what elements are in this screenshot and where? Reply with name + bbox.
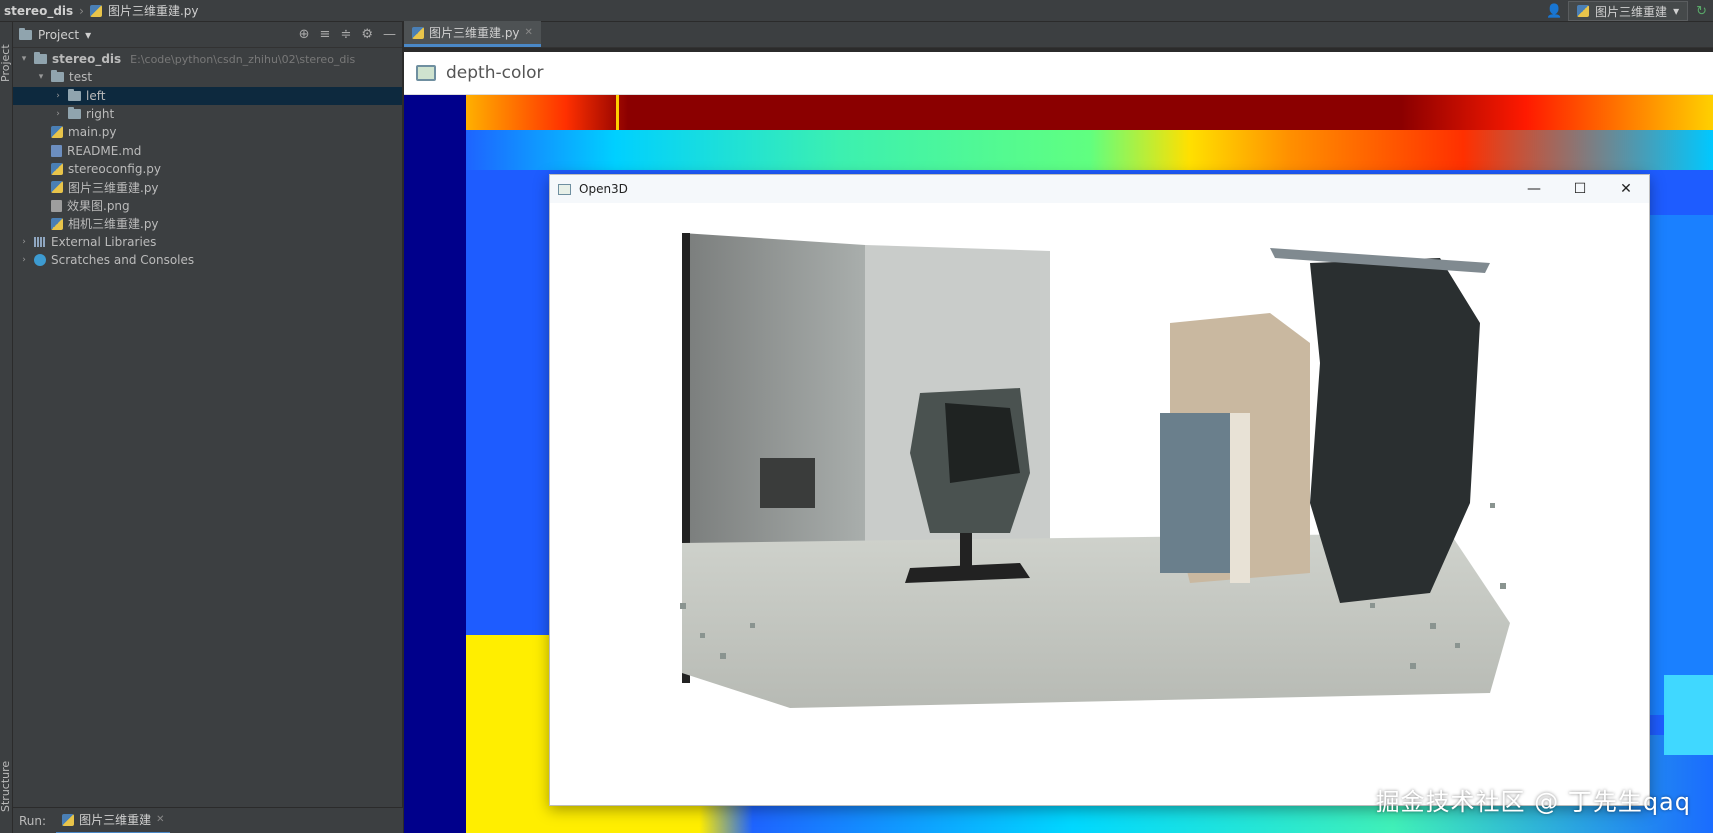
run-configuration-label: 图片三维重建 — [1595, 4, 1668, 19]
tree-item[interactable]: 相机三维重建.py — [13, 215, 402, 233]
tree-item-label: External Libraries — [51, 235, 157, 250]
project-panel-tools: ⊕ ≡ ≑ ⚙ — — [299, 27, 402, 42]
open3d-title-bar[interactable]: Open3D — ☐ ✕ — [550, 175, 1649, 203]
tree-item-label: 效果图.png — [67, 199, 130, 214]
chevron-down-icon: ▾ — [85, 27, 92, 42]
minimize-icon[interactable]: — — [1511, 175, 1557, 203]
tree-item[interactable]: › left — [13, 86, 402, 105]
breadcrumb-project[interactable]: stereo_dis — [4, 4, 73, 18]
chevron-down-icon[interactable]: ▾ — [19, 54, 29, 64]
tree-item[interactable]: main.py — [13, 123, 402, 141]
chevron-right-icon[interactable]: › — [53, 109, 63, 119]
python-file-icon — [51, 217, 63, 230]
depth-color-title: depth-color — [446, 63, 544, 83]
locate-icon[interactable]: ⊕ — [299, 27, 310, 42]
user-icon[interactable]: 👤▾ — [1546, 4, 1562, 34]
watermark-text: 掘金技术社区 @ 丁先生qaq — [1375, 788, 1691, 816]
run-tool-bar: Run: 图片三维重建 ✕ — [13, 807, 403, 833]
structure-tool-tab[interactable]: Structure — [0, 761, 12, 812]
run-tab[interactable]: 图片三维重建 ✕ — [56, 808, 171, 833]
image-file-icon — [51, 199, 62, 212]
gear-icon[interactable]: ⚙ — [361, 27, 373, 42]
tree-item-label: stereoconfig.py — [68, 161, 161, 176]
tree-item[interactable]: README.md — [13, 141, 402, 159]
tree-item[interactable]: › Scratches and Consoles — [13, 251, 402, 269]
project-panel-toolbar: Project ▾ ⊕ ≡ ≑ ⚙ — — [13, 22, 402, 48]
python-file-icon — [412, 26, 424, 39]
project-tree: ▾ stereo_dis E:\code\python\csdn_zhihu\02\… — [13, 48, 402, 270]
project-panel-title: Project — [38, 27, 80, 42]
tree-item-label: left — [86, 88, 106, 103]
python-file-icon — [51, 162, 63, 175]
project-view-select[interactable]: Project ▾ — [19, 27, 92, 42]
window-icon — [558, 183, 571, 195]
project-panel: Project ▾ ⊕ ≡ ≑ ⚙ — ▾ stereo_dis E:\code\p… — [13, 22, 403, 807]
folder-icon — [68, 88, 81, 101]
tree-item-label: main.py — [68, 125, 117, 140]
tree-item-label: Scratches and Consoles — [51, 253, 195, 268]
project-tool-tab[interactable]: Project — [0, 44, 12, 82]
run-label: Run: — [19, 813, 47, 828]
open3d-title: Open3D — [579, 182, 628, 196]
tree-item[interactable]: stereoconfig.py — [13, 160, 402, 178]
tree-item[interactable]: ▾ test — [13, 68, 402, 86]
hide-icon[interactable]: — — [383, 27, 396, 42]
tree-item-label: 相机三维重建.py — [68, 217, 159, 232]
editor-tab-label: 图片三维重建.py — [429, 26, 520, 40]
python-file-icon — [51, 181, 63, 194]
close-icon[interactable]: ✕ — [156, 814, 164, 825]
window-controls: — ☐ ✕ — [1511, 175, 1649, 203]
title-bar: stereo_dis › 图片三维重建.py 👤▾ 图片三维重建 ▾ ↻ — [0, 0, 1713, 34]
breadcrumb-file[interactable]: 图片三维重建.py — [108, 2, 199, 19]
chevron-right-icon[interactable]: › — [19, 237, 29, 247]
tree-item-path: E:\code\python\csdn_zhihu\02\stereo_dis — [130, 52, 356, 66]
editor-tab[interactable]: 图片三维重建.py ✕ — [404, 21, 541, 47]
chevron-right-icon[interactable]: › — [19, 255, 29, 265]
tree-item-label: test — [69, 70, 93, 85]
folder-icon — [19, 27, 32, 40]
python-file-icon — [89, 4, 102, 17]
folder-icon — [34, 52, 47, 65]
python-file-icon — [51, 126, 63, 139]
library-icon — [34, 237, 46, 248]
toolbar-right: 👤▾ 图片三维重建 ▾ ↻ — [1546, 0, 1713, 34]
close-icon[interactable]: ✕ — [525, 27, 533, 38]
editor-tab-strip: 图片三维重建.py ✕ — [404, 21, 1713, 48]
maximize-icon[interactable]: ☐ — [1557, 175, 1603, 203]
tree-item[interactable]: › External Libraries — [13, 233, 402, 251]
folder-icon — [51, 70, 64, 83]
chevron-down-icon: ▾ — [1673, 4, 1680, 18]
tree-item-label: stereo_dis — [52, 52, 122, 67]
tool-window-stripe: Project Structure — [0, 22, 13, 833]
python-file-icon — [1577, 5, 1590, 17]
tree-item[interactable]: 图片三维重建.py — [13, 178, 402, 196]
tree-item[interactable]: › right — [13, 105, 402, 123]
point-cloud-view[interactable] — [550, 203, 1649, 805]
breadcrumb-separator: › — [79, 3, 84, 18]
close-icon[interactable]: ✕ — [1603, 175, 1649, 203]
python-file-icon — [62, 813, 75, 826]
markdown-file-icon — [51, 144, 62, 157]
scratches-icon — [34, 254, 46, 267]
window-icon — [416, 65, 436, 81]
run-tab-label: 图片三维重建 — [79, 813, 152, 827]
refresh-icon[interactable]: ↻ — [1696, 4, 1707, 19]
collapse-all-icon[interactable]: ≑ — [340, 27, 351, 42]
folder-icon — [68, 107, 81, 120]
depth-color-title-bar[interactable]: depth-color — [404, 52, 1713, 95]
tree-item[interactable]: 效果图.png — [13, 196, 402, 214]
expand-all-icon[interactable]: ≡ — [320, 27, 331, 42]
tree-item-label: 图片三维重建.py — [68, 180, 159, 195]
tree-item-label: right — [86, 107, 115, 122]
chevron-right-icon[interactable]: › — [53, 91, 63, 101]
tree-item[interactable]: ▾ stereo_dis E:\code\python\csdn_zhihu\02\… — [13, 50, 402, 68]
run-configuration-select[interactable]: 图片三维重建 ▾ — [1568, 1, 1689, 21]
breadcrumb: stereo_dis › 图片三维重建.py — [0, 2, 199, 19]
open3d-window: Open3D — ☐ ✕ — [549, 174, 1650, 806]
tree-item-label: README.md — [67, 143, 142, 158]
chevron-down-icon[interactable]: ▾ — [36, 72, 46, 82]
